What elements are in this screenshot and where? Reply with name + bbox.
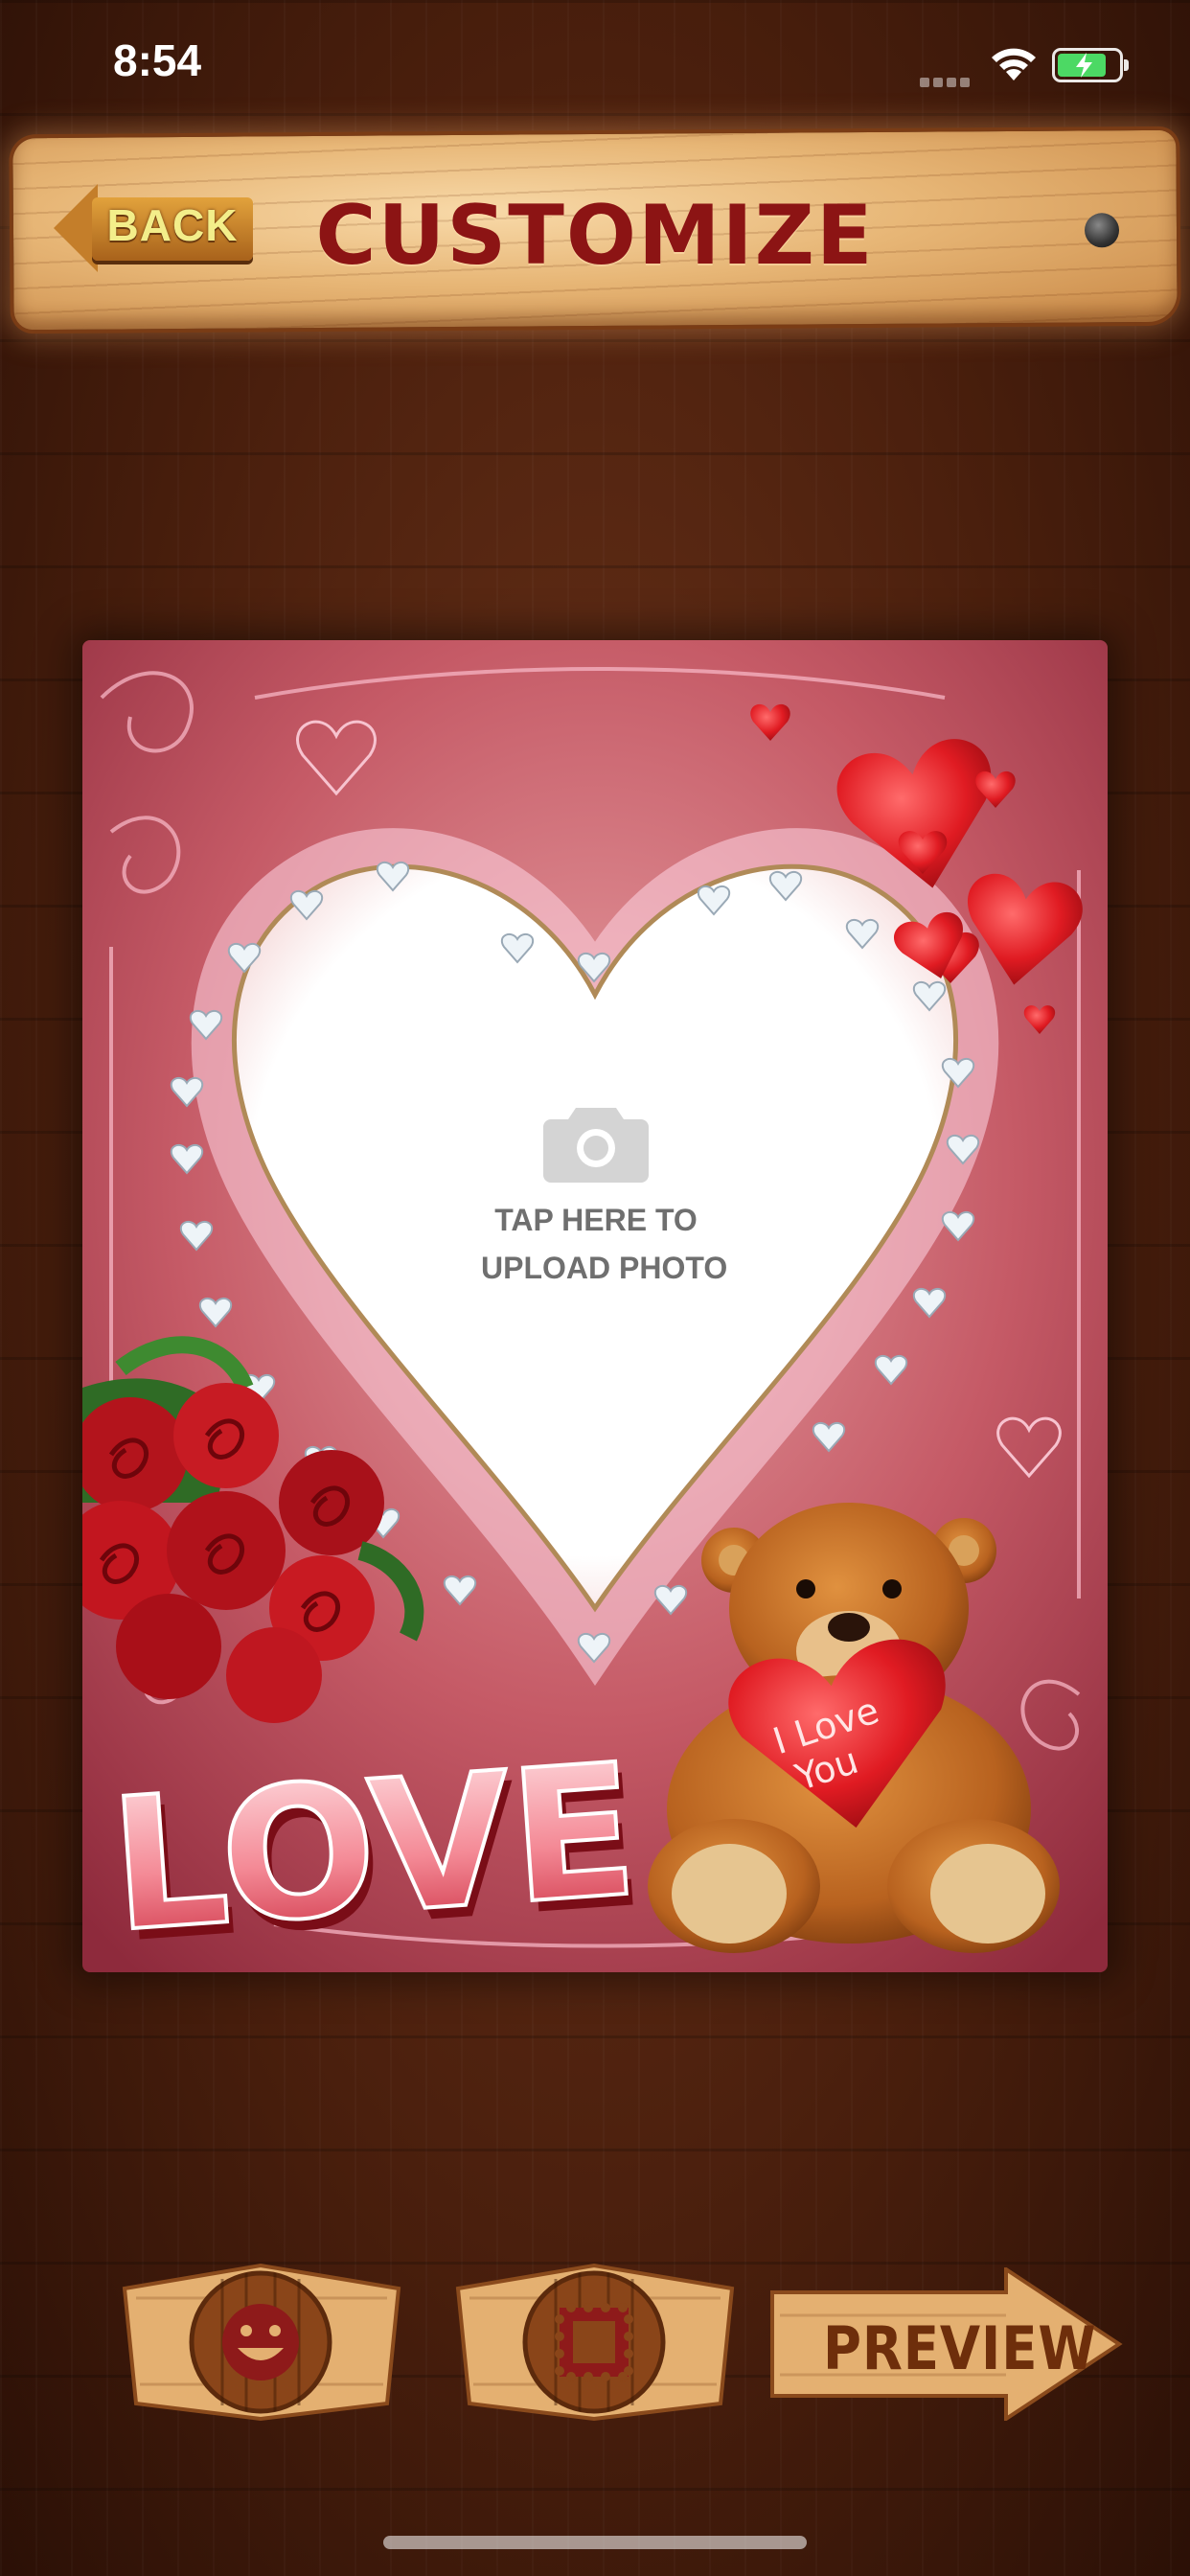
preview-button[interactable]: PREVIEW bbox=[767, 2267, 1123, 2421]
preview-button-label: PREVIEW bbox=[823, 2313, 1097, 2383]
sticker-button[interactable] bbox=[117, 2260, 406, 2423]
home-indicator bbox=[383, 2536, 807, 2549]
camera-icon bbox=[543, 1100, 649, 1183]
status-time: 8:54 bbox=[113, 35, 202, 85]
upload-text-line2: UPLOAD PHOTO bbox=[481, 1251, 728, 1285]
stamp-frame-icon bbox=[555, 2303, 633, 2381]
status-bar: 8:54 bbox=[0, 0, 1190, 125]
frame-button[interactable] bbox=[450, 2260, 740, 2423]
page-title: CUSTOMIZE bbox=[315, 188, 875, 284]
battery-icon bbox=[1052, 48, 1129, 82]
cellular-signal-icon bbox=[920, 73, 973, 87]
wifi-icon bbox=[992, 48, 1036, 80]
upload-photo-button[interactable]: TAP HERE TO UPLOAD PHOTO bbox=[481, 1100, 728, 1311]
photo-frame[interactable]: LOVE LOVE I Love You TAP HERE TO UPLOAD … bbox=[82, 640, 1108, 1972]
smiley-icon bbox=[222, 2304, 299, 2380]
upload-text-line1: TAP HERE TO bbox=[494, 1203, 698, 1237]
love-text: LOVE bbox=[104, 1724, 643, 1972]
